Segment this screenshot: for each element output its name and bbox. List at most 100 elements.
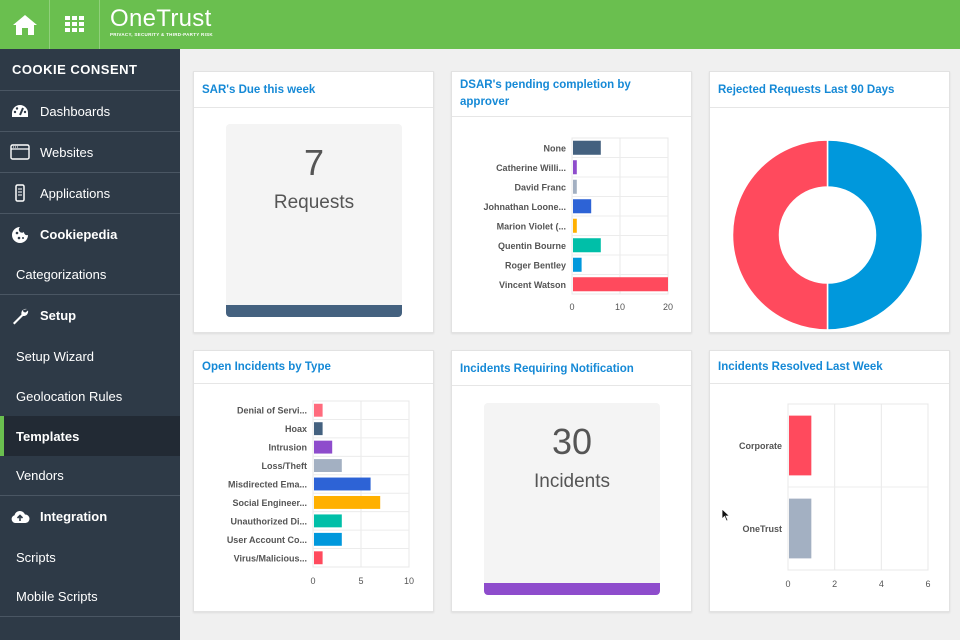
bar <box>314 440 333 454</box>
metric-bar <box>484 583 660 595</box>
sidebar-item-setup[interactable]: Setup <box>0 295 180 336</box>
x-tick-label: 5 <box>358 576 363 586</box>
mouse-cursor-icon <box>721 508 731 522</box>
category-label: Virus/Malicious... <box>234 553 307 563</box>
bar <box>314 422 323 436</box>
bar <box>573 218 577 233</box>
card-incidents-notification[interactable]: Incidents Requiring Notification 30 Inci… <box>451 350 692 612</box>
grid-icon <box>64 15 84 32</box>
sidebar-item-geolocation-rules[interactable]: Geolocation Rules <box>0 376 180 416</box>
category-label: Loss/Theft <box>261 461 307 471</box>
chart-resolved: 0 2 4 6 Corporate OneTrust <box>739 403 931 589</box>
sidebar-item-dashboards[interactable]: Dashboards <box>0 91 180 132</box>
sidebar-item-label: Cookiepedia <box>40 227 118 242</box>
bar <box>573 179 577 194</box>
x-tick-label: 0 <box>310 576 315 586</box>
sidebar-item-label: Integration <box>40 509 108 524</box>
sidebar-item-categorizations[interactable]: Categorizations <box>0 255 180 295</box>
card-dsar-pending[interactable]: DSAR's pending completion by approver 0 1… <box>451 71 692 333</box>
card-incidents-resolved[interactable]: Incidents Resolved Last Week 0 2 4 6 Corpora… <box>709 350 950 612</box>
metric-value: 7 <box>303 142 325 183</box>
bar <box>573 257 582 272</box>
sidebar-item-websites[interactable]: Websites <box>0 132 180 173</box>
card-open-incidents[interactable]: Open Incidents by Type 0 5 10 Denial of Ser… <box>193 350 434 612</box>
mobile-icon <box>0 184 40 202</box>
category-label: Misdirected Ema... <box>228 480 307 490</box>
x-tick-label: 10 <box>615 302 625 312</box>
bar <box>314 495 381 509</box>
x-tick-label: 20 <box>663 302 673 312</box>
bar <box>789 498 812 559</box>
sidebar-item-label: Geolocation Rules <box>16 388 123 404</box>
sidebar-item-integration[interactable]: Integration <box>0 496 180 537</box>
brand-name: OneTrust <box>110 5 212 32</box>
donut-slice <box>826 139 924 331</box>
category-label: OneTrust <box>742 524 782 534</box>
sidebar-item-label: Websites <box>40 144 94 160</box>
top-bar: OneTrust PRIVACY, SECURITY & THIRD-PARTY… <box>0 0 960 49</box>
category-label: Social Engineer... <box>232 498 307 508</box>
card-title[interactable]: Rejected Requests Last 90 Days <box>710 72 949 108</box>
sidebar-item-vendors[interactable]: Vendors <box>0 456 180 496</box>
x-tick-label: 6 <box>925 579 930 589</box>
metric-value: 30 <box>551 421 593 462</box>
bar <box>573 160 577 175</box>
chart-rejected <box>731 139 924 331</box>
sidebar-item-label: Templates <box>16 428 80 444</box>
brand-logo[interactable]: OneTrust PRIVACY, SECURITY & THIRD-PARTY… <box>110 4 213 37</box>
sidebar-item-cookiepedia[interactable]: Cookiepedia <box>0 214 180 255</box>
card-title[interactable]: DSAR's pending completion by approver <box>452 72 691 117</box>
bar <box>314 551 323 565</box>
chart-incidents-type: 0 5 10 Denial of Servi... Hoax Intrusion Loss/… <box>227 400 414 586</box>
card-sar-due[interactable]: SAR's Due this week 7 Requests <box>193 71 434 333</box>
sidebar-section-title: COOKIE CONSENT <box>0 49 180 91</box>
sidebar-item-scripts[interactable]: Scripts <box>0 537 180 577</box>
home-icon <box>12 14 37 35</box>
category-label: None <box>544 143 567 153</box>
sidebar: COOKIE CONSENT Dashboards Websites Appli… <box>0 49 180 640</box>
metric-tile[interactable]: 7 Requests <box>226 124 402 317</box>
sidebar-item-label: Setup Wizard <box>16 348 95 364</box>
card-title[interactable]: Incidents Requiring Notification <box>452 351 691 386</box>
category-label: Unauthorized Di... <box>231 516 308 526</box>
sidebar-item-templates[interactable]: Templates <box>0 416 180 456</box>
x-tick-label: 0 <box>569 302 574 312</box>
x-tick-label: 10 <box>404 576 414 586</box>
donut-slice <box>731 139 829 331</box>
cloud-icon <box>0 510 40 524</box>
category-label: Corporate <box>739 441 782 451</box>
metric-label: Requests <box>273 192 355 213</box>
chart-dsar: 0 10 20 None Catherine Willi... David Franc Jo… <box>484 137 673 312</box>
metric-tile[interactable]: 30 Incidents <box>484 403 660 595</box>
card-title[interactable]: Open Incidents by Type <box>194 351 433 384</box>
sidebar-item-setup-wizard[interactable]: Setup Wizard <box>0 336 180 376</box>
bar <box>314 514 342 528</box>
bar <box>789 415 812 476</box>
metric-bar <box>226 305 402 317</box>
bar <box>573 277 668 292</box>
sidebar-item-label: Vendors <box>16 468 64 483</box>
apps-button[interactable] <box>50 0 100 49</box>
sidebar-item-label: Categorizations <box>16 267 107 282</box>
x-tick-label: 4 <box>879 579 884 589</box>
browser-window-icon <box>0 144 40 160</box>
category-label: Quentin Bourne <box>498 241 566 251</box>
category-label: User Account Co... <box>227 535 307 545</box>
sidebar-item-applications[interactable]: Applications <box>0 173 180 214</box>
home-button[interactable] <box>0 0 50 49</box>
bar <box>314 532 342 546</box>
gauge-icon <box>0 104 40 118</box>
card-title[interactable]: SAR's Due this week <box>194 72 433 108</box>
x-tick-label: 0 <box>785 579 790 589</box>
bar <box>314 459 342 473</box>
wrench-icon <box>0 307 40 325</box>
card-rejected-requests[interactable]: Rejected Requests Last 90 Days <box>709 71 950 333</box>
category-label: David Franc <box>514 182 566 192</box>
sidebar-item-label: Dashboards <box>40 103 111 119</box>
category-label: Roger Bentley <box>505 260 566 270</box>
sidebar-item-mobile-scripts[interactable]: Mobile Scripts <box>0 577 180 617</box>
category-label: Vincent Watson <box>499 280 566 290</box>
sidebar-item-label: Applications <box>40 185 111 201</box>
card-title[interactable]: Incidents Resolved Last Week <box>710 351 949 384</box>
sidebar-item-label: Mobile Scripts <box>16 589 98 604</box>
